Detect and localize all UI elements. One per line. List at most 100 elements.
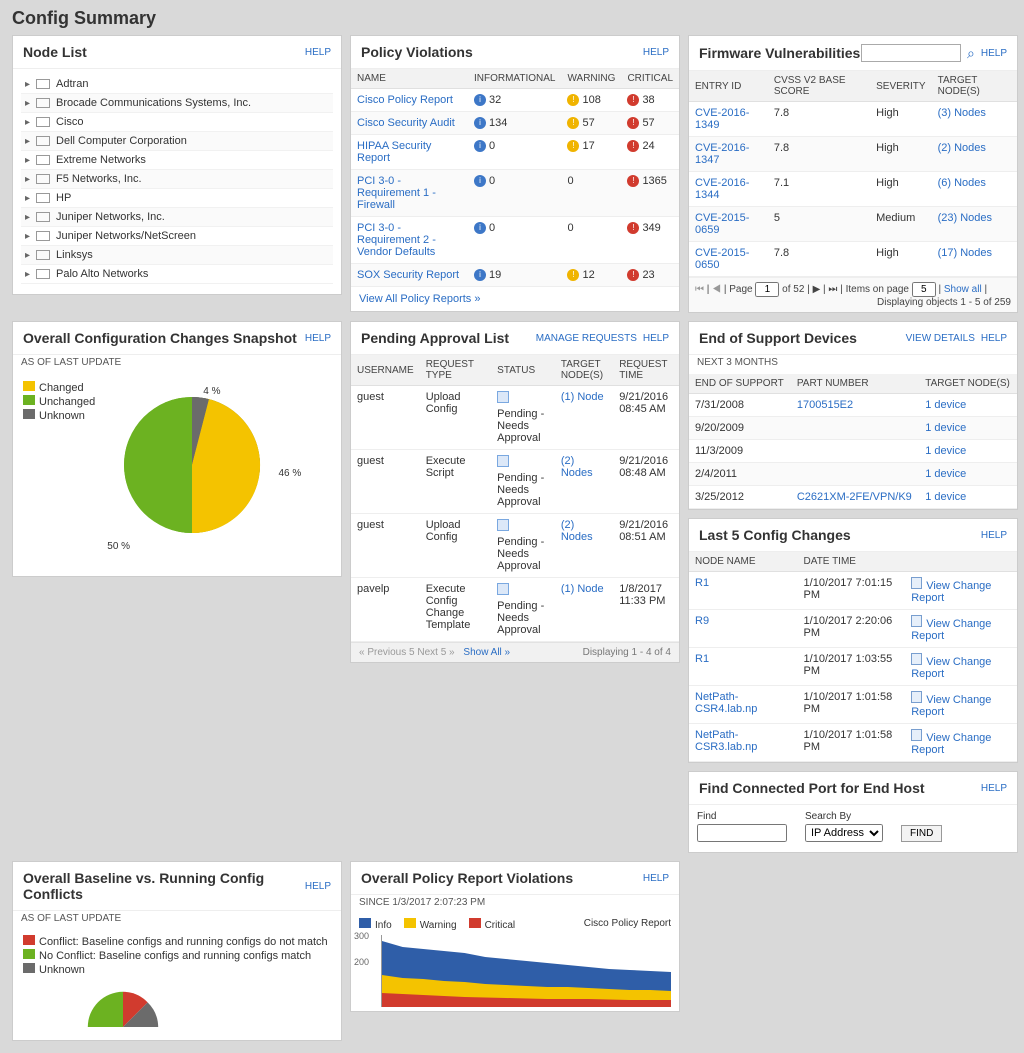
chevron-right-icon[interactable]: ▸	[25, 79, 30, 90]
pie-label-4: 4 %	[203, 386, 220, 397]
help-link[interactable]: HELP	[643, 873, 669, 884]
nodes-link[interactable]: (1) Node	[561, 583, 604, 595]
help-link[interactable]: HELP	[305, 47, 331, 58]
chevron-right-icon[interactable]: ▸	[25, 193, 30, 204]
chevron-right-icon[interactable]: ▸	[25, 117, 30, 128]
page-input[interactable]	[755, 282, 779, 297]
nodes-link[interactable]: (1) Node	[561, 391, 604, 403]
pager-first-icon[interactable]: ⏮	[695, 284, 704, 295]
firmware-title: Firmware Vulnerabilities	[699, 45, 860, 61]
device-link[interactable]: 1 device	[925, 445, 966, 457]
help-link[interactable]: HELP	[305, 333, 331, 344]
nodes-link[interactable]: (2) Nodes	[938, 142, 986, 154]
pager-prev-icon[interactable]: ◀	[712, 284, 721, 295]
help-link[interactable]: HELP	[643, 333, 669, 344]
node-row[interactable]: ▸Cisco	[21, 113, 333, 132]
nodes-link[interactable]: (6) Nodes	[938, 177, 986, 189]
policy-link[interactable]: Cisco Security Audit	[357, 117, 455, 129]
node-link[interactable]: R1	[695, 653, 709, 665]
chevron-right-icon[interactable]: ▸	[25, 155, 30, 166]
find-input[interactable]	[697, 824, 787, 842]
nodes-link[interactable]: (3) Nodes	[938, 107, 986, 119]
node-link[interactable]: R9	[695, 615, 709, 627]
policy-link[interactable]: PCI 3-0 - Requirement 2 - Vendor Default…	[357, 222, 436, 258]
cve-link[interactable]: CVE-2015-0659	[695, 212, 749, 236]
pending-table: USERNAME REQUEST TYPE STATUS Target Node…	[351, 355, 679, 642]
chevron-right-icon[interactable]: ▸	[25, 98, 30, 109]
view-change-link[interactable]: View Change Report	[911, 732, 991, 756]
node-row[interactable]: ▸Brocade Communications Systems, Inc.	[21, 94, 333, 113]
policy-link[interactable]: Cisco Policy Report	[357, 94, 453, 106]
cve-link[interactable]: CVE-2016-1349	[695, 107, 749, 131]
chevron-right-icon[interactable]: ▸	[25, 174, 30, 185]
nodes-link[interactable]: (23) Nodes	[938, 212, 992, 224]
view-all-policies-link[interactable]: View All Policy Reports »	[359, 293, 480, 305]
chevron-right-icon[interactable]: ▸	[25, 136, 30, 147]
part-link[interactable]: 1700515E2	[797, 399, 853, 411]
searchby-select[interactable]: IP Address	[805, 824, 883, 842]
node-row[interactable]: ▸Linksys	[21, 246, 333, 265]
view-details-link[interactable]: VIEW DETAILS	[906, 333, 975, 344]
report-icon	[911, 653, 922, 665]
device-link[interactable]: 1 device	[925, 399, 966, 411]
policy-link[interactable]: HIPAA Security Report	[357, 140, 431, 164]
node-link[interactable]: NetPath-CSR4.lab.np	[695, 691, 757, 715]
manage-requests-link[interactable]: MANAGE REQUESTS	[536, 333, 637, 344]
items-input[interactable]	[912, 282, 936, 297]
chevron-right-icon[interactable]: ▸	[25, 269, 30, 280]
help-link[interactable]: HELP	[981, 333, 1007, 344]
firmware-search-input[interactable]	[861, 44, 961, 62]
show-all-link[interactable]: Show All »	[463, 647, 510, 658]
show-all-link[interactable]: Show all	[944, 284, 982, 295]
cve-link[interactable]: CVE-2015-0650	[695, 247, 749, 271]
col-status: STATUS	[491, 355, 555, 386]
y-200: 200	[354, 957, 369, 967]
nodes-link[interactable]: (2) Nodes	[561, 455, 593, 479]
col-nodes: Target Node(s)	[919, 374, 1017, 394]
col-node: NODE NAME	[689, 552, 798, 572]
panel-firmware: Firmware Vulnerabilities ⌕ HELP ENTRY ID…	[688, 35, 1018, 313]
help-link[interactable]: HELP	[981, 48, 1007, 59]
policy-violations-title: Policy Violations	[361, 44, 473, 60]
chevron-right-icon[interactable]: ▸	[25, 231, 30, 242]
nodes-link[interactable]: (17) Nodes	[938, 247, 992, 259]
node-link[interactable]: R1	[695, 577, 709, 589]
view-change-link[interactable]: View Change Report	[911, 656, 991, 680]
node-row[interactable]: ▸Juniper Networks, Inc.	[21, 208, 333, 227]
view-change-link[interactable]: View Change Report	[911, 618, 991, 642]
help-link[interactable]: HELP	[305, 881, 331, 892]
view-change-link[interactable]: View Change Report	[911, 694, 991, 718]
policy-link[interactable]: PCI 3-0 - Requirement 1 - Firewall	[357, 175, 436, 211]
policy-link[interactable]: SOX Security Report	[357, 269, 459, 281]
cve-link[interactable]: CVE-2016-1344	[695, 177, 749, 201]
cve-link[interactable]: CVE-2016-1347	[695, 142, 749, 166]
node-row[interactable]: ▸Extreme Networks	[21, 151, 333, 170]
device-link[interactable]: 1 device	[925, 468, 966, 480]
node-row[interactable]: ▸F5 Networks, Inc.	[21, 170, 333, 189]
help-link[interactable]: HELP	[981, 783, 1007, 794]
find-button[interactable]: FIND	[901, 825, 942, 842]
panel-pending-approval: Pending Approval List MANAGE REQUESTS HE…	[350, 321, 680, 663]
chevron-right-icon[interactable]: ▸	[25, 250, 30, 261]
node-row[interactable]: ▸Palo Alto Networks	[21, 265, 333, 284]
node-row[interactable]: ▸Dell Computer Corporation	[21, 132, 333, 151]
node-link[interactable]: NetPath-CSR3.lab.np	[695, 729, 757, 753]
part-link[interactable]: C2621XM-2FE/VPN/K9	[797, 491, 912, 503]
node-row[interactable]: ▸Adtran	[21, 75, 333, 94]
help-link[interactable]: HELP	[981, 530, 1007, 541]
search-icon[interactable]: ⌕	[967, 45, 975, 62]
table-row: NetPath-CSR3.lab.np1/10/2017 1:01:58 PMV…	[689, 724, 1017, 762]
device-link[interactable]: 1 device	[925, 422, 966, 434]
view-change-link[interactable]: View Change Report	[911, 580, 991, 604]
pager-last-icon[interactable]: ⏭	[828, 284, 837, 295]
node-row[interactable]: ▸HP	[21, 189, 333, 208]
device-link[interactable]: 1 device	[925, 491, 966, 503]
pager-next-icon[interactable]: ▶	[813, 284, 821, 295]
nodes-link[interactable]: (2) Nodes	[561, 519, 593, 543]
node-row[interactable]: ▸Juniper Networks/NetScreen	[21, 227, 333, 246]
chevron-right-icon[interactable]: ▸	[25, 212, 30, 223]
prev5: « Previous 5	[359, 647, 415, 658]
panel-policy-violations: Policy Violations HELP NAME INFORMATIONA…	[350, 35, 680, 312]
help-link[interactable]: HELP	[643, 47, 669, 58]
table-row: CVE-2016-13497.8High(3) Nodes	[689, 102, 1017, 137]
